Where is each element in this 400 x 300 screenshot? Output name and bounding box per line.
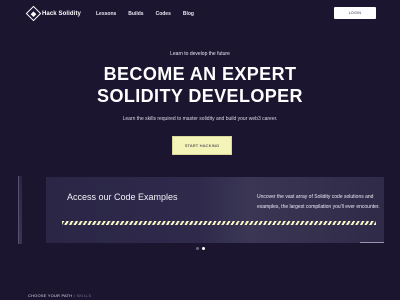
nav-link-lessons[interactable]: Lessons	[96, 11, 116, 17]
carousel-dots	[196, 247, 205, 250]
nav-link-blog[interactable]: Blog	[183, 11, 194, 17]
card-description: Uncover the vast array of Solidity code …	[257, 194, 380, 210]
login-button[interactable]: LOGIN	[334, 7, 376, 19]
brand-logo[interactable]: Hack Solidity	[25, 5, 81, 22]
hero-subtext: Learn the skills required to master soli…	[122, 116, 278, 122]
card-title: Access our Code Examples	[67, 192, 178, 202]
nav-link-builds[interactable]: Builds	[128, 11, 143, 17]
carousel-dot[interactable]	[196, 247, 199, 250]
brand-name: Hack Solidity	[42, 10, 81, 17]
choose-path-text: CHOOSE YOUR PATH	[28, 293, 73, 298]
hazard-stripe-divider	[62, 221, 376, 225]
top-nav: Hack Solidity Lessons Builds Codes Blog …	[0, 0, 400, 28]
hero-tagline: Learn to develop the future	[170, 51, 230, 57]
choose-path-label: CHOOSE YOUR PATH • SKILLS	[28, 293, 91, 298]
carousel-dot-active[interactable]	[202, 247, 205, 250]
logo-icon	[25, 5, 42, 22]
card-edge-line	[360, 242, 384, 243]
previous-slide-peek[interactable]	[18, 176, 22, 244]
code-examples-card[interactable]: Access our Code Examples Uncover the vas…	[46, 177, 384, 243]
nav-links: Lessons Builds Codes Blog	[96, 11, 194, 17]
headline-line-2: SOLIDITY DEVELOPER	[97, 86, 303, 106]
nav-link-codes[interactable]: Codes	[156, 11, 171, 17]
headline-line-1: BECOME AN EXPERT	[103, 64, 297, 84]
choose-path-suffix: • SKILLS	[73, 293, 92, 298]
hero-headline: BECOME AN EXPERT SOLIDITY DEVELOPER	[0, 63, 400, 107]
start-hacking-button[interactable]: START HACKING	[172, 136, 232, 155]
